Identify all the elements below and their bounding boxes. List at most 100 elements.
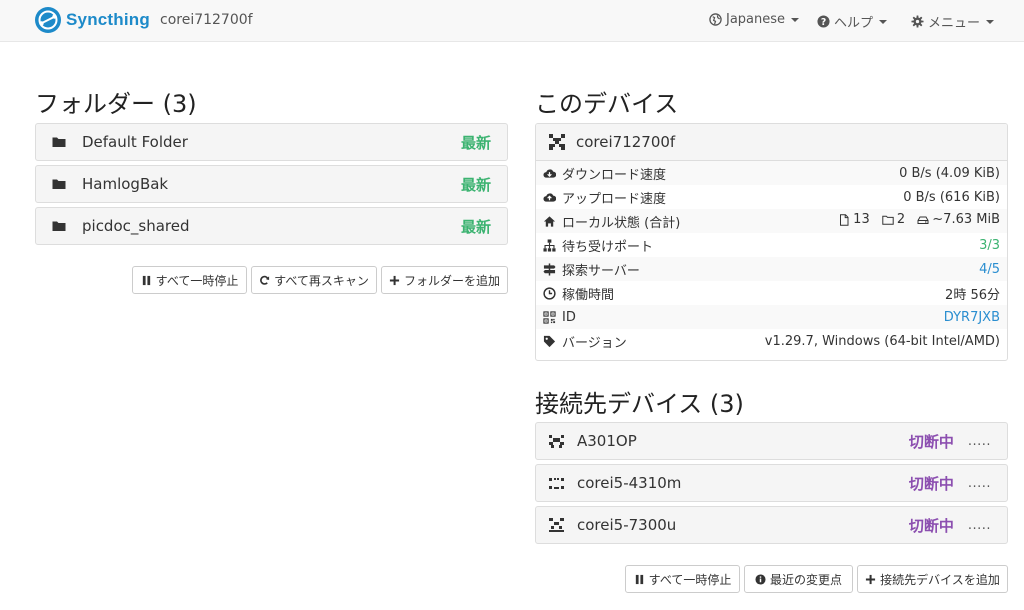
listeners-row: 待ち受けポート 3/3 bbox=[536, 233, 1007, 257]
download-rate-value: 0 B/s (4.09 KiB) bbox=[899, 165, 1000, 181]
recent-changes-button[interactable]: 最近の変更点 bbox=[744, 565, 853, 593]
language-dropdown[interactable]: Japanese bbox=[709, 12, 800, 27]
file-icon bbox=[840, 214, 849, 226]
chevron-down-icon bbox=[986, 19, 995, 24]
uptime-label: 稼働時間 bbox=[562, 287, 615, 303]
add-device-label: 接続先デバイスを追加 bbox=[880, 572, 1000, 587]
folder-icon bbox=[52, 179, 66, 189]
folder-name: Default Folder bbox=[82, 133, 188, 151]
help-dropdown[interactable]: ? ヘルプ bbox=[817, 12, 888, 31]
download-rate-row: ダウンロード速度 0 B/s (4.09 KiB) bbox=[536, 161, 1007, 185]
brand-logo-link[interactable]: Syncthing bbox=[34, 5, 150, 35]
version-value: v1.29.7, Windows (64-bit Intel/AMD) bbox=[764, 333, 1000, 349]
folder-panel[interactable]: picdoc_shared 最新 bbox=[35, 207, 508, 245]
local-state-value: 13 2 ~7.63 MiB bbox=[838, 212, 1000, 230]
hdd-icon bbox=[917, 216, 929, 224]
cloud-upload-icon bbox=[543, 192, 556, 202]
version-label: バージョン bbox=[562, 335, 627, 351]
home-icon bbox=[543, 215, 556, 227]
remote-device-name: A301OP bbox=[577, 432, 637, 450]
main-menu-dropdown[interactable]: メニュー bbox=[911, 12, 995, 31]
remote-device-status: 切断中 bbox=[908, 432, 954, 451]
folder-count: 2 bbox=[882, 212, 905, 227]
folder-name: picdoc_shared bbox=[82, 217, 190, 235]
discovery-value[interactable]: 4/5 bbox=[979, 262, 1000, 277]
add-folder-button[interactable]: フォルダーを追加 bbox=[381, 266, 508, 294]
this-device-heading: このデバイス bbox=[535, 90, 679, 118]
plus-icon bbox=[866, 574, 876, 584]
navbar: Syncthing corei712700f Japanese ? ヘルプ メニ… bbox=[0, 0, 1024, 42]
pause-icon bbox=[142, 275, 150, 285]
device-identicon-icon bbox=[549, 134, 565, 150]
remote-device-panel[interactable]: A301OP 切断中 ..... bbox=[535, 422, 1008, 460]
listeners-value[interactable]: 3/3 bbox=[979, 238, 1000, 253]
folder-open-icon bbox=[882, 215, 894, 225]
device-id-value[interactable]: DYR7JXB bbox=[944, 310, 1000, 325]
local-state-row: ローカル状態 (合計) 13 2 ~7.63 MiB bbox=[536, 209, 1007, 233]
globe-icon bbox=[709, 13, 722, 26]
discovery-label: 探索サーバー bbox=[562, 263, 640, 279]
uptime-row: 稼働時間 2時 56分 bbox=[536, 281, 1007, 305]
remote-device-status: 切断中 bbox=[908, 474, 954, 493]
rescan-all-button[interactable]: すべて再スキャン bbox=[251, 266, 377, 294]
remote-devices-heading: 接続先デバイス (3) bbox=[535, 390, 744, 418]
add-folder-label: フォルダーを追加 bbox=[403, 273, 500, 288]
chevron-down-icon bbox=[791, 17, 800, 22]
recent-changes-label: 最近の変更点 bbox=[769, 572, 842, 587]
folders-heading: フォルダー (3) bbox=[35, 90, 197, 118]
uptime-value: 2時 56分 bbox=[945, 287, 1000, 303]
qrcode-icon bbox=[543, 310, 556, 324]
this-device-header[interactable]: corei712700f bbox=[536, 124, 1007, 161]
download-rate-label: ダウンロード速度 bbox=[562, 167, 667, 183]
file-count: 13 bbox=[838, 212, 870, 227]
info-circle-icon bbox=[755, 573, 766, 585]
folder-icon bbox=[52, 137, 66, 147]
remote-device-more: ..... bbox=[967, 517, 991, 533]
cloud-download-icon bbox=[543, 168, 556, 178]
disk-size: ~7.63 MiB bbox=[917, 212, 1000, 227]
file-count-value: 13 bbox=[853, 212, 870, 228]
local-state-label: ローカル状態 (合計) bbox=[562, 215, 681, 231]
refresh-icon bbox=[260, 275, 270, 285]
remote-device-more: ..... bbox=[967, 433, 991, 449]
folder-status: 最新 bbox=[460, 217, 491, 236]
folder-count-value: 2 bbox=[896, 212, 906, 228]
this-device-table: ダウンロード速度 0 B/s (4.09 KiB) アップロード速度 0 B/s… bbox=[536, 161, 1007, 353]
folder-name: HamlogBak bbox=[82, 175, 169, 193]
svg-text:?: ? bbox=[821, 17, 826, 28]
this-device-name: corei712700f bbox=[576, 133, 676, 151]
pause-icon bbox=[635, 574, 643, 584]
device-id-row: ID DYR7JXB bbox=[536, 305, 1007, 329]
sitemap-icon bbox=[543, 238, 556, 252]
folder-panel[interactable]: Default Folder 最新 bbox=[35, 123, 508, 161]
upload-rate-value: 0 B/s (616 KiB) bbox=[903, 189, 1000, 205]
device-identicon-icon bbox=[549, 517, 564, 532]
remote-device-panel[interactable]: corei5-7300u 切断中 ..... bbox=[535, 506, 1008, 544]
tag-icon bbox=[543, 335, 556, 347]
folder-status: 最新 bbox=[460, 175, 491, 194]
discovery-row: 探索サーバー 4/5 bbox=[536, 257, 1007, 281]
remote-device-more: ..... bbox=[967, 475, 991, 491]
signpost-icon bbox=[543, 262, 556, 276]
folder-panel[interactable]: HamlogBak 最新 bbox=[35, 165, 508, 203]
remote-device-panel[interactable]: corei5-4310m 切断中 ..... bbox=[535, 464, 1008, 502]
version-row: バージョン v1.29.7, Windows (64-bit Intel/AMD… bbox=[536, 329, 1007, 353]
device-id-label: ID bbox=[562, 309, 576, 325]
language-label: Japanese bbox=[726, 12, 786, 27]
add-device-button[interactable]: 接続先デバイスを追加 bbox=[857, 565, 1008, 593]
plus-icon bbox=[389, 275, 400, 285]
pause-all-devices-button[interactable]: すべて一時停止 bbox=[625, 565, 740, 593]
pause-all-folders-button[interactable]: すべて一時停止 bbox=[132, 266, 247, 294]
pause-all-label: すべて一時停止 bbox=[648, 572, 732, 587]
folder-icon bbox=[52, 221, 66, 231]
this-device-panel: corei712700f ダウンロード速度 0 B/s (4.09 KiB) ア… bbox=[535, 123, 1008, 361]
menu-label: メニュー bbox=[928, 16, 981, 31]
folder-status: 最新 bbox=[460, 133, 491, 152]
device-identicon-icon bbox=[549, 434, 564, 448]
remote-device-name: corei5-4310m bbox=[577, 474, 682, 492]
clock-icon bbox=[543, 286, 556, 300]
listeners-label: 待ち受けポート bbox=[562, 239, 654, 255]
device-identicon-icon bbox=[549, 477, 564, 489]
question-circle-icon: ? bbox=[817, 15, 830, 28]
syncthing-logo-icon bbox=[35, 7, 61, 33]
